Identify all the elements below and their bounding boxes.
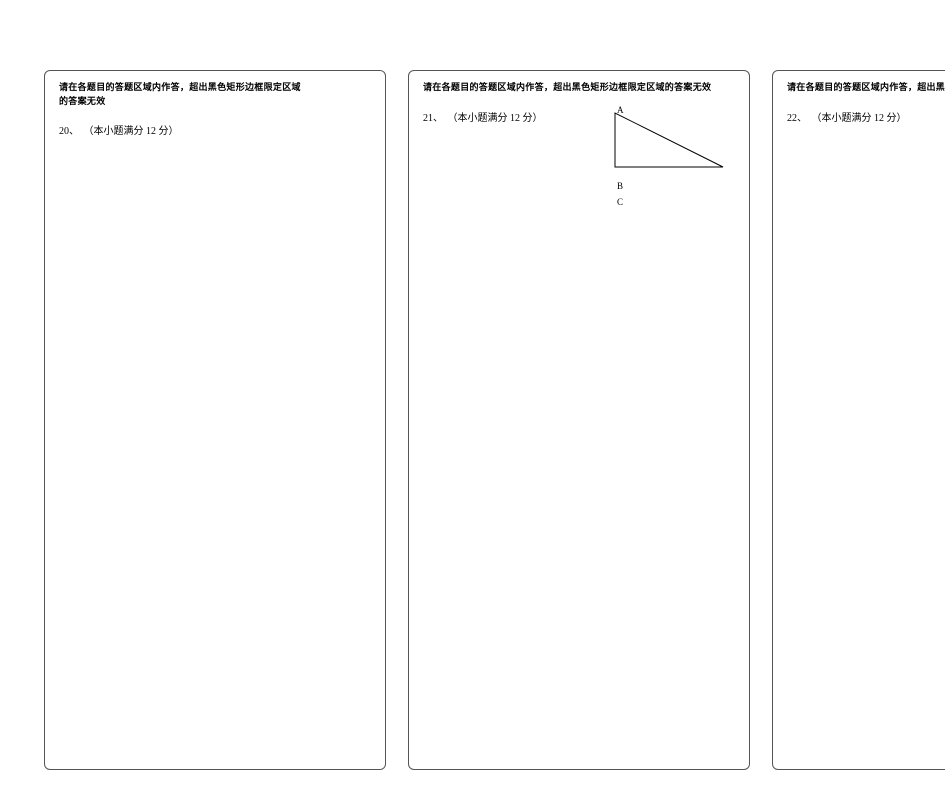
- instruction-text-line1: 请在各题目的答题区域内作答，超出黑色矩形边框限定区域: [59, 81, 371, 95]
- question-heading: 20、 （本小题满分 12 分）: [59, 122, 371, 137]
- question-points: （本小题满分 12 分）: [812, 113, 907, 124]
- vertex-label-a: A: [617, 105, 624, 115]
- instruction-text-line1: 请在各题目的答题区域内作答，超出黑色矩形边框限定区域的答案无效: [423, 82, 711, 92]
- vertex-label-c: C: [617, 197, 623, 207]
- instruction-text-line2: 的答案无效: [59, 95, 371, 109]
- answer-panel-21: 请在各题目的答题区域内作答，超出黑色矩形边框限定区域的答案无效 21、 （本小题…: [408, 70, 750, 770]
- triangle-icon: [611, 109, 731, 171]
- question-number: 20、: [59, 126, 79, 137]
- question-number: 21、: [423, 113, 443, 124]
- panel-instruction: 请在各题目的答题区域内作答，超出黑色矩形边框限定区域 的答案无效: [59, 81, 371, 108]
- panel-instruction: 请在各题目的答题区域内作答，超出黑色矩形边框限定区域的答案无效: [787, 81, 945, 95]
- vertex-label-b: B: [617, 181, 623, 191]
- question-points: （本小题满分 12 分）: [84, 126, 179, 137]
- question-number: 22、: [787, 113, 807, 124]
- answer-panel-20: 请在各题目的答题区域内作答，超出黑色矩形边框限定区域 的答案无效 20、 （本小…: [44, 70, 386, 770]
- answer-panel-22: 请在各题目的答题区域内作答，超出黑色矩形边框限定区域的答案无效 22、 （本小题…: [772, 70, 945, 770]
- instruction-text-line1: 请在各题目的答题区域内作答，超出黑色矩形边框限定区域的答案无效: [787, 82, 945, 92]
- panel-instruction: 请在各题目的答题区域内作答，超出黑色矩形边框限定区域的答案无效: [423, 81, 735, 95]
- question-points: （本小题满分 12 分）: [448, 113, 543, 124]
- question-heading: 22、 （本小题满分 12 分）: [787, 109, 945, 124]
- answer-sheet-page: 请在各题目的答题区域内作答，超出黑色矩形边框限定区域 的答案无效 20、 （本小…: [0, 0, 945, 808]
- triangle-diagram: A B C: [611, 109, 731, 171]
